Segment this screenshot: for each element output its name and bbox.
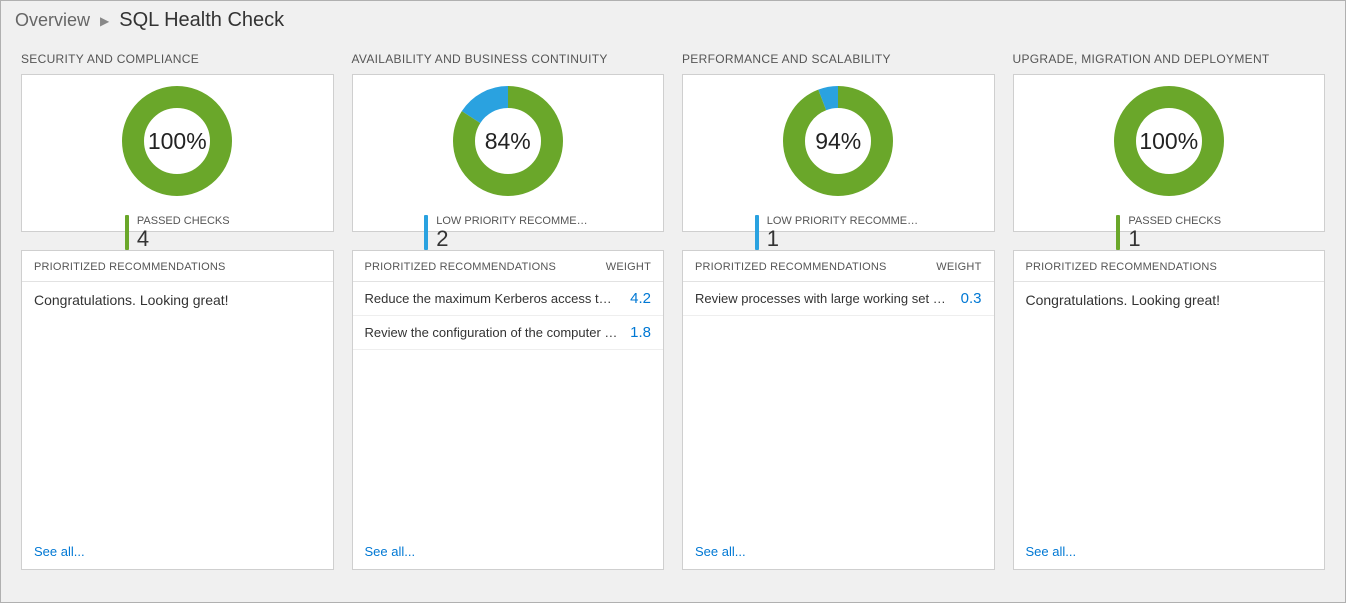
recommendations-header: PRIORITIZED RECOMMENDATIONS WEIGHT	[683, 251, 994, 282]
bar-icon	[424, 215, 428, 250]
recommendation-row[interactable]: Review processes with large working set …	[683, 282, 994, 316]
metric-passed: PASSED CHECKS 1	[1116, 215, 1221, 250]
recommendation-weight: 1.8	[630, 324, 651, 341]
recommendation-row[interactable]: Reduce the maximum Kerberos access token…	[353, 282, 664, 316]
metric-label: LOW PRIORITY RECOMMENDATIO...	[436, 215, 591, 227]
chart-card[interactable]: 100% PASSED CHECKS 1	[1013, 74, 1326, 232]
breadcrumb-current: SQL Health Check	[119, 9, 284, 32]
bar-icon	[125, 215, 129, 250]
chart-card[interactable]: 100% PASSED CHECKS 4	[21, 74, 334, 232]
panels-container: SECURITY AND COMPLIANCE 100% PASSED CHEC…	[1, 42, 1345, 590]
metric-value: 2	[436, 227, 591, 250]
recommendation-text: Reduce the maximum Kerberos access token…	[365, 291, 619, 306]
breadcrumb: Overview ▶ SQL Health Check	[1, 1, 1345, 42]
recommendations-header: PRIORITIZED RECOMMENDATIONS	[1014, 251, 1325, 282]
bar-icon	[1116, 215, 1120, 250]
congrats-text: Congratulations. Looking great!	[22, 282, 333, 318]
category-panel: UPGRADE, MIGRATION AND DEPLOYMENT 100% P…	[1013, 52, 1326, 570]
category-title: SECURITY AND COMPLIANCE	[21, 52, 334, 66]
breadcrumb-root[interactable]: Overview	[15, 10, 90, 31]
recommendations-header: PRIORITIZED RECOMMENDATIONS WEIGHT	[353, 251, 664, 282]
col-weight: WEIGHT	[606, 261, 651, 273]
donut-percent: 94%	[782, 85, 894, 197]
see-all-link[interactable]: See all...	[1026, 544, 1077, 559]
see-all-link[interactable]: See all...	[695, 544, 746, 559]
metrics: PASSED CHECKS 1	[1116, 215, 1221, 250]
category-title: UPGRADE, MIGRATION AND DEPLOYMENT	[1013, 52, 1326, 66]
category-panel: SECURITY AND COMPLIANCE 100% PASSED CHEC…	[21, 52, 334, 570]
recommendations-card: PRIORITIZED RECOMMENDATIONS Congratulatio…	[1013, 250, 1326, 570]
donut-chart: 100%	[121, 85, 233, 197]
chart-card[interactable]: 84% LOW PRIORITY RECOMMENDATIO... 2 PASS…	[352, 74, 665, 232]
see-all-link[interactable]: See all...	[34, 544, 85, 559]
congrats-text: Congratulations. Looking great!	[1014, 282, 1325, 318]
recommendation-weight: 4.2	[630, 290, 651, 307]
col-weight: WEIGHT	[936, 261, 981, 273]
donut-percent: 100%	[1113, 85, 1225, 197]
recommendations-card: PRIORITIZED RECOMMENDATIONS WEIGHT Reduce …	[352, 250, 665, 570]
metric-value: 1	[1128, 227, 1221, 250]
metric-low-priority: LOW PRIORITY RECOMMENDATIO... 1	[755, 215, 922, 250]
metric-label: LOW PRIORITY RECOMMENDATIO...	[767, 215, 922, 227]
donut-percent: 100%	[121, 85, 233, 197]
col-prioritized: PRIORITIZED RECOMMENDATIONS	[1026, 261, 1218, 273]
category-panel: PERFORMANCE AND SCALABILITY 94% LOW PRIO…	[682, 52, 995, 570]
recommendation-text: Review the configuration of the computer…	[365, 325, 619, 340]
category-title: PERFORMANCE AND SCALABILITY	[682, 52, 995, 66]
recommendation-weight: 0.3	[961, 290, 982, 307]
donut-chart: 94%	[782, 85, 894, 197]
recommendations-card: PRIORITIZED RECOMMENDATIONS Congratulatio…	[21, 250, 334, 570]
metrics: PASSED CHECKS 4	[125, 215, 230, 250]
metric-low-priority: LOW PRIORITY RECOMMENDATIO... 2	[424, 215, 591, 250]
category-title: AVAILABILITY AND BUSINESS CONTINUITY	[352, 52, 665, 66]
col-prioritized: PRIORITIZED RECOMMENDATIONS	[34, 261, 226, 273]
metric-value: 1	[767, 227, 922, 250]
category-panel: AVAILABILITY AND BUSINESS CONTINUITY 84%…	[352, 52, 665, 570]
metric-label: PASSED CHECKS	[137, 215, 230, 227]
metric-value: 4	[137, 227, 230, 250]
donut-chart: 84%	[452, 85, 564, 197]
chevron-right-icon: ▶	[100, 14, 109, 28]
col-prioritized: PRIORITIZED RECOMMENDATIONS	[365, 261, 557, 273]
col-prioritized: PRIORITIZED RECOMMENDATIONS	[695, 261, 887, 273]
chart-card[interactable]: 94% LOW PRIORITY RECOMMENDATIO... 1 PASS…	[682, 74, 995, 232]
bar-icon	[755, 215, 759, 250]
page-root: Overview ▶ SQL Health Check SECURITY AND…	[0, 0, 1346, 603]
recommendation-text: Review processes with large working set …	[695, 291, 949, 306]
recommendation-row[interactable]: Review the configuration of the computer…	[353, 316, 664, 350]
metric-passed: PASSED CHECKS 4	[125, 215, 230, 250]
see-all-link[interactable]: See all...	[365, 544, 416, 559]
recommendations-header: PRIORITIZED RECOMMENDATIONS	[22, 251, 333, 282]
metric-label: PASSED CHECKS	[1128, 215, 1221, 227]
recommendations-card: PRIORITIZED RECOMMENDATIONS WEIGHT Review …	[682, 250, 995, 570]
donut-chart: 100%	[1113, 85, 1225, 197]
donut-percent: 84%	[452, 85, 564, 197]
